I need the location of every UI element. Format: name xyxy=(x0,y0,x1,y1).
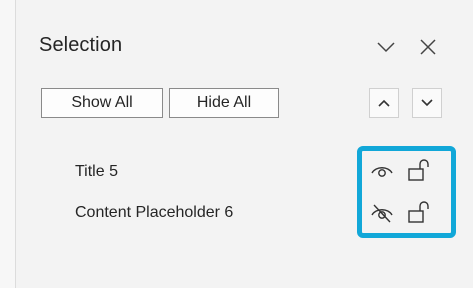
chevron-up-icon xyxy=(370,97,398,109)
chevron-down-icon xyxy=(413,97,441,109)
hide-all-button[interactable]: Hide All xyxy=(169,88,279,118)
eye-slash-icon[interactable] xyxy=(369,200,395,226)
chevron-down-icon xyxy=(373,34,399,60)
unlock-icon[interactable] xyxy=(406,157,432,183)
close-icon xyxy=(415,34,441,60)
send-backward-button[interactable] xyxy=(412,88,442,118)
selection-pane: Selection Show All Hide All Title 5 Cont… xyxy=(15,0,473,288)
pane-title: Selection xyxy=(39,34,123,56)
eye-icon[interactable] xyxy=(369,158,395,184)
bring-forward-button[interactable] xyxy=(369,88,399,118)
close-pane-button[interactable] xyxy=(415,34,441,60)
pane-options-button[interactable] xyxy=(373,34,399,60)
list-item[interactable]: Content Placeholder 6 xyxy=(75,204,233,222)
unlock-icon[interactable] xyxy=(406,199,432,225)
show-all-button[interactable]: Show All xyxy=(41,88,163,118)
list-item[interactable]: Title 5 xyxy=(75,163,118,181)
